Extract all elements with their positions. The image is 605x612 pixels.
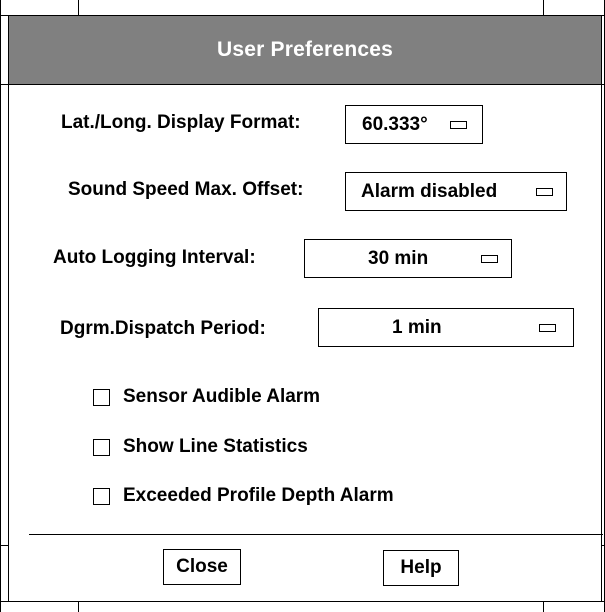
latlong-format-value: 60.333°: [362, 113, 428, 135]
exceeded-profile-depth-alarm-label[interactable]: Exceeded Profile Depth Alarm: [123, 485, 394, 507]
help-button[interactable]: Help: [383, 550, 459, 586]
latlong-format-label: Lat./Long. Display Format:: [61, 112, 301, 133]
latlong-format-select[interactable]: 60.333°: [345, 105, 483, 144]
auto-logging-interval-value: 30 min: [368, 247, 429, 269]
dgrm-dispatch-period-label: Dgrm.Dispatch Period:: [60, 318, 266, 339]
show-line-statistics-label[interactable]: Show Line Statistics: [123, 436, 308, 458]
exceeded-profile-depth-alarm-checkbox[interactable]: [93, 488, 110, 505]
sensor-audible-alarm-checkbox[interactable]: [93, 389, 110, 406]
frame-tick-top-left: [78, 0, 79, 15]
dropdown-indicator-icon: [450, 121, 467, 129]
dgrm-dispatch-period-value: 1 min: [392, 316, 442, 338]
dropdown-indicator-icon: [481, 255, 498, 263]
sensor-audible-alarm-label[interactable]: Sensor Audible Alarm: [123, 386, 320, 408]
sound-speed-offset-label: Sound Speed Max. Offset:: [68, 179, 304, 200]
dgrm-dispatch-period-select[interactable]: 1 min: [318, 308, 574, 347]
dropdown-indicator-icon: [539, 324, 556, 332]
auto-logging-interval-label: Auto Logging Interval:: [53, 247, 256, 268]
button-area-divider: [29, 534, 603, 535]
sound-speed-offset-select[interactable]: Alarm disabled: [345, 172, 567, 211]
auto-logging-interval-select[interactable]: 30 min: [304, 239, 512, 278]
frame-tick-bottom-right: [543, 601, 544, 612]
sound-speed-offset-value: Alarm disabled: [361, 180, 498, 202]
dialog-titlebar[interactable]: User Preferences: [9, 16, 601, 85]
dropdown-indicator-icon: [536, 188, 553, 196]
user-preferences-dialog: User Preferences Lat./Long. Display Form…: [8, 15, 603, 602]
frame-tick-left-top: [0, 84, 8, 85]
frame-tick-top-right: [543, 0, 544, 15]
dialog-title: User Preferences: [217, 38, 393, 61]
frame-tick-bottom-left: [78, 601, 79, 612]
close-button[interactable]: Close: [163, 549, 241, 585]
frame-tick-left-bottom: [0, 545, 8, 546]
frame-left-line: [0, 0, 1, 612]
show-line-statistics-checkbox[interactable]: [93, 439, 110, 456]
